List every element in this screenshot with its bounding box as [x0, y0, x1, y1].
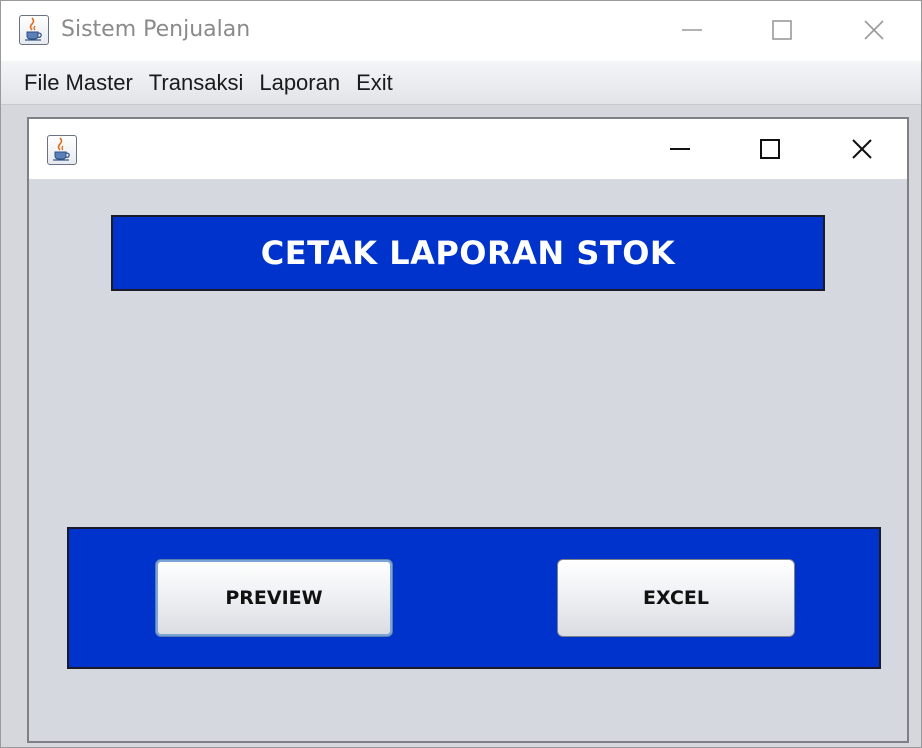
window-titlebar[interactable]: Sistem Penjualan — [1, 1, 921, 61]
minimize-button[interactable] — [669, 10, 715, 50]
frame-maximize-button[interactable] — [747, 129, 793, 169]
frame-minimize-button[interactable] — [657, 129, 703, 169]
menu-file-master[interactable]: File Master — [16, 66, 141, 100]
maximize-button[interactable] — [759, 10, 805, 50]
maximize-icon — [772, 20, 792, 40]
excel-button[interactable]: EXCEL — [557, 559, 795, 637]
close-icon — [864, 20, 884, 40]
report-stock-frame: CETAK LAPORAN STOK PREVIEW EXCEL — [27, 117, 909, 743]
preview-button[interactable]: PREVIEW — [155, 559, 393, 637]
menu-transaksi[interactable]: Transaksi — [141, 66, 252, 100]
heading-panel: CETAK LAPORAN STOK — [111, 215, 825, 291]
main-window: Sistem Penjualan File Master Transaksi L… — [0, 0, 922, 748]
menu-exit[interactable]: Exit — [348, 66, 401, 100]
close-icon — [852, 139, 872, 159]
menu-laporan[interactable]: Laporan — [251, 66, 348, 100]
window-title: Sistem Penjualan — [61, 17, 251, 42]
minimize-icon — [682, 29, 702, 31]
close-button[interactable] — [851, 10, 897, 50]
button-panel: PREVIEW EXCEL — [67, 527, 881, 669]
page-title: CETAK LAPORAN STOK — [260, 234, 676, 272]
minimize-icon — [670, 148, 690, 150]
menu-bar: File Master Transaksi Laporan Exit — [1, 61, 921, 105]
frame-close-button[interactable] — [839, 129, 885, 169]
maximize-icon — [760, 139, 780, 159]
frame-titlebar[interactable] — [29, 119, 907, 179]
java-cup-icon — [19, 15, 49, 45]
java-cup-icon — [47, 135, 77, 165]
